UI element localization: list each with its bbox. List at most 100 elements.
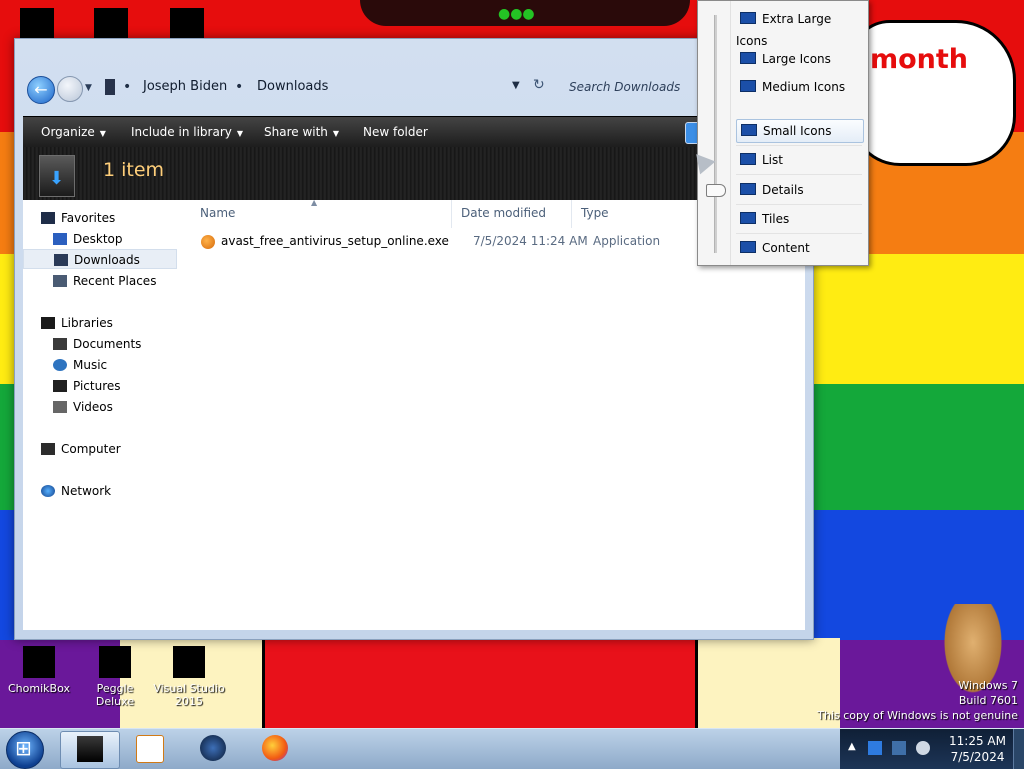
taskbar-media-player-button[interactable]	[120, 731, 178, 767]
chomikbox-icon	[23, 646, 55, 678]
file-date-modified: 7/5/2024 11:24 AM	[473, 234, 588, 248]
computer-breadcrumb-icon[interactable]	[105, 79, 115, 95]
command-bar: Organize ▼ Include in library ▼ Share with…	[23, 116, 805, 201]
menu-item-extra-large-icons[interactable]: Extra Large Icons	[736, 8, 862, 48]
menu-separator	[736, 204, 862, 205]
breadcrumb-joseph-biden[interactable]: Joseph Biden	[143, 79, 227, 94]
nav-label: Desktop	[73, 232, 123, 246]
share-with-label: Share with	[264, 125, 328, 139]
menu-item-label: Medium Icons	[762, 80, 846, 94]
menu-item-large-icons[interactable]: Large Icons	[736, 48, 862, 70]
column-divider[interactable]	[451, 200, 452, 228]
taskbar: ▲ 11:25 AM 7/5/2024	[0, 728, 1024, 769]
nav-pictures[interactable]: Pictures	[53, 376, 121, 396]
menu-item-tiles[interactable]: Tiles	[736, 208, 862, 230]
menu-item-medium-icons[interactable]: Medium Icons	[736, 76, 862, 98]
column-header-type[interactable]: Type	[581, 206, 609, 220]
network-tray-icon[interactable]	[892, 741, 906, 755]
favorites-star-icon	[41, 212, 55, 224]
clock[interactable]: 11:25 AM 7/5/2024	[949, 733, 1006, 765]
column-header-date-modified[interactable]: Date modified	[461, 206, 546, 220]
taskbar-explorer-button[interactable]	[60, 731, 120, 769]
menu-separator	[736, 174, 862, 175]
recent-pages-chevron-down-icon[interactable]: ▼	[85, 83, 92, 93]
watermark-genuine-notice: This copy of Windows is not genuine	[817, 709, 1018, 722]
documents-icon	[53, 338, 67, 350]
windows-watermark: Windows 7 Build 7601 This copy of Window…	[817, 678, 1018, 723]
downloads-icon	[54, 254, 68, 266]
nav-downloads[interactable]: Downloads	[23, 249, 177, 269]
desktop-icon-visual-studio[interactable]: Visual Studio 2015	[152, 646, 226, 708]
explorer-folder-icon	[77, 736, 103, 762]
tiles-view-icon	[740, 212, 756, 224]
nav-libraries[interactable]: Libraries	[41, 313, 113, 333]
column-divider[interactable]	[571, 200, 572, 228]
nav-videos[interactable]: Videos	[53, 397, 113, 417]
watermark-edition: Windows 7	[958, 679, 1018, 692]
breadcrumb-downloads[interactable]: Downloads	[257, 79, 328, 94]
watermark-build: Build 7601	[958, 694, 1018, 707]
taskbar-app-button[interactable]	[184, 731, 242, 767]
videos-icon	[53, 401, 67, 413]
small-icons-icon	[741, 124, 757, 136]
recent-places-icon	[53, 275, 67, 287]
column-header-name[interactable]: Name	[200, 206, 235, 220]
chevron-down-icon: ▼	[332, 129, 340, 138]
menu-item-label: List	[762, 153, 783, 167]
nav-documents[interactable]: Documents	[53, 334, 141, 354]
nav-label: Pictures	[73, 379, 121, 393]
new-folder-button[interactable]: New folder	[363, 125, 428, 139]
taskbar-firefox-button[interactable]	[246, 731, 304, 767]
nav-favorites[interactable]: Favorites	[41, 208, 115, 228]
back-button[interactable]: ←	[27, 76, 55, 104]
menu-separator	[736, 233, 862, 234]
nav-network[interactable]: Network	[41, 481, 111, 501]
media-player-icon	[136, 735, 164, 763]
peggle-icon	[99, 646, 131, 678]
nav-music[interactable]: Music	[53, 355, 107, 375]
globe-app-icon	[200, 735, 226, 761]
computer-icon	[41, 443, 55, 455]
nav-label: Music	[73, 358, 108, 372]
back-arrow-icon: ←	[34, 80, 48, 99]
item-count: 1 item	[103, 159, 165, 181]
volume-icon[interactable]	[916, 741, 930, 755]
forward-button[interactable]	[57, 76, 83, 102]
desktop-icon-label: Peggle Deluxe	[95, 682, 135, 708]
breadcrumb-separator[interactable]: •	[235, 79, 243, 95]
nav-desktop[interactable]: Desktop	[53, 229, 123, 249]
start-button[interactable]	[6, 731, 44, 769]
nav-recent-places[interactable]: Recent Places	[53, 271, 156, 291]
menu-item-label: Tiles	[762, 212, 790, 226]
speech-bubble	[850, 20, 1016, 166]
nav-label: Computer	[61, 442, 121, 456]
menu-item-list[interactable]: List	[736, 149, 862, 171]
address-dropdown-chevron-icon[interactable]: ▼	[512, 80, 520, 91]
medium-icons-icon	[740, 80, 756, 92]
desktop-icon-top-1[interactable]	[20, 8, 54, 42]
refresh-icon[interactable]: ↻	[533, 77, 545, 93]
file-name: avast_free_antivirus_setup_online.exe	[221, 234, 449, 248]
desktop-icon-chomikbox[interactable]: ChomikBox	[2, 646, 76, 695]
desktop-icon-top-3[interactable]	[170, 8, 204, 42]
speech-bubble-text: month	[870, 44, 969, 75]
include-in-library-button[interactable]: Include in library ▼	[131, 125, 243, 139]
search-input[interactable]: Search Downloads	[563, 76, 709, 98]
organize-button[interactable]: Organize ▼	[41, 125, 106, 139]
desktop-icon-label: ChomikBox	[8, 682, 70, 695]
view-size-slider-thumb[interactable]	[706, 184, 726, 197]
show-hidden-icons-chevron-up-icon[interactable]: ▲	[848, 741, 856, 752]
menu-item-small-icons[interactable]: Small Icons	[736, 119, 864, 143]
clock-time: 11:25 AM	[949, 734, 1006, 748]
menu-item-details[interactable]: Details	[736, 179, 862, 201]
desktop-icon-top-2[interactable]	[94, 8, 128, 42]
show-desktop-button[interactable]	[1013, 729, 1024, 769]
nav-computer[interactable]: Computer	[41, 439, 121, 459]
nav-label: Videos	[73, 400, 113, 414]
tray-app-icon[interactable]	[868, 741, 882, 755]
desktop-icon-peggle-deluxe[interactable]: Peggle Deluxe	[78, 646, 152, 708]
breadcrumb-separator[interactable]: •	[123, 79, 131, 95]
view-size-slider-track[interactable]	[714, 15, 717, 253]
share-with-button[interactable]: Share with ▼	[264, 125, 339, 139]
menu-item-content[interactable]: Content	[736, 237, 862, 259]
